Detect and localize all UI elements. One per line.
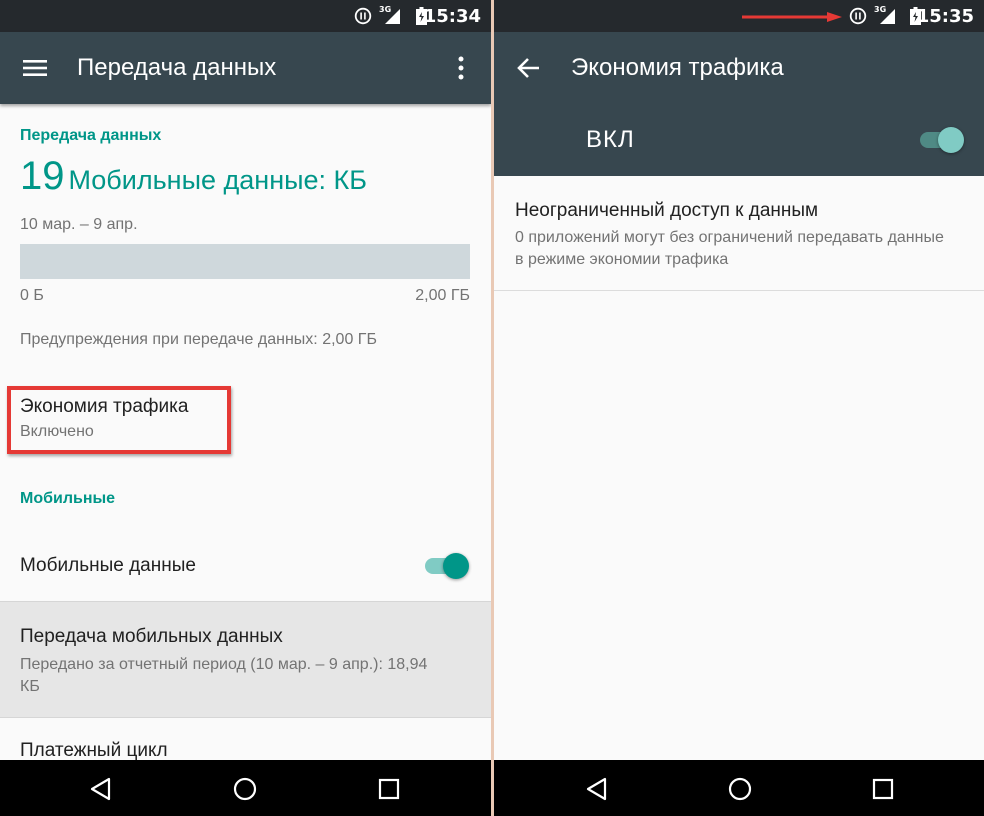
nav-bar: [494, 760, 984, 816]
usage-bar-min-label: 0 Б: [20, 287, 44, 304]
nav-recents-icon[interactable]: [376, 776, 402, 802]
nav-home-icon[interactable]: [232, 776, 258, 802]
network-type-label: 3G: [874, 5, 887, 14]
billing-cycle-item[interactable]: Платежный цикл: [20, 740, 168, 760]
unrestricted-data-sub: 0 приложений могут без ограничений перед…: [515, 229, 944, 268]
usage-bar: [20, 244, 470, 279]
mobile-usage-item[interactable]: Передача мобильных данных Передано за от…: [0, 601, 491, 718]
mobile-data-label: Мобильные данные: [20, 555, 196, 576]
app-bar: Экономия трафика: [494, 32, 984, 104]
usage-number: 19: [20, 154, 65, 198]
nav-back-icon[interactable]: [584, 776, 610, 802]
status-time: 15:35: [916, 6, 974, 27]
data-saver-icon: [849, 7, 867, 25]
master-switch[interactable]: [918, 127, 964, 153]
list-divider: [494, 290, 984, 291]
mobile-usage-title: Передача мобильных данных: [20, 626, 283, 647]
status-bar: 3G 15:35: [494, 0, 984, 32]
section-header-usage: Передача данных: [20, 127, 162, 144]
status-bar: 3G 15:34: [0, 0, 491, 32]
master-switch-label: ВКЛ: [586, 126, 635, 153]
usage-bar-max-label: 2,00 ГБ: [415, 287, 470, 304]
app-bar: Передача данных: [0, 32, 491, 104]
nav-back-icon[interactable]: [88, 776, 114, 802]
network-type-label: 3G: [379, 5, 392, 14]
status-icons: 3G: [849, 5, 905, 25]
left-screen: 3G 15:34 Передача данных Передача данных…: [0, 0, 491, 816]
nav-home-icon[interactable]: [727, 776, 753, 802]
right-screen: 3G 15:35 Экономия трафика ВКЛ Неограниче…: [494, 0, 984, 816]
nav-recents-icon[interactable]: [870, 776, 896, 802]
menu-icon[interactable]: [22, 55, 48, 81]
annotation-arrow-icon: [742, 12, 842, 22]
page-title: Передача данных: [77, 54, 277, 81]
usage-summary: 19 Мобильные данные: КБ: [20, 154, 367, 199]
unrestricted-data-title: Неограниченный доступ к данным: [515, 200, 819, 221]
usage-period: 10 мар. – 9 апр.: [20, 216, 138, 233]
master-switch-bar[interactable]: ВКЛ: [494, 104, 984, 176]
mobile-data-switch-thumb: [443, 553, 469, 579]
usage-warning[interactable]: Предупреждения при передаче данных: 2,00…: [20, 331, 377, 349]
mobile-data-switch[interactable]: [423, 553, 469, 579]
master-switch-thumb: [938, 127, 964, 153]
usage-unit: Мобильные данные: КБ: [68, 165, 367, 195]
nav-bar: [0, 760, 491, 816]
status-icons: 3G: [354, 5, 410, 25]
more-vert-icon[interactable]: [449, 55, 473, 81]
section-header-mobile: Мобильные: [20, 490, 116, 507]
mobile-usage-sub: Передано за отчетный период (10 мар. – 9…: [20, 656, 428, 695]
data-saver-icon: [354, 7, 372, 25]
status-time: 15:34: [423, 6, 481, 27]
unrestricted-data-item[interactable]: Неограниченный доступ к данным 0 приложе…: [515, 200, 955, 271]
highlight-box: [7, 386, 231, 454]
arrow-back-icon[interactable]: [516, 55, 542, 81]
page-title: Экономия трафика: [571, 54, 784, 81]
settings-list[interactable]: Передача данных 19 Мобильные данные: КБ 1…: [0, 104, 491, 760]
